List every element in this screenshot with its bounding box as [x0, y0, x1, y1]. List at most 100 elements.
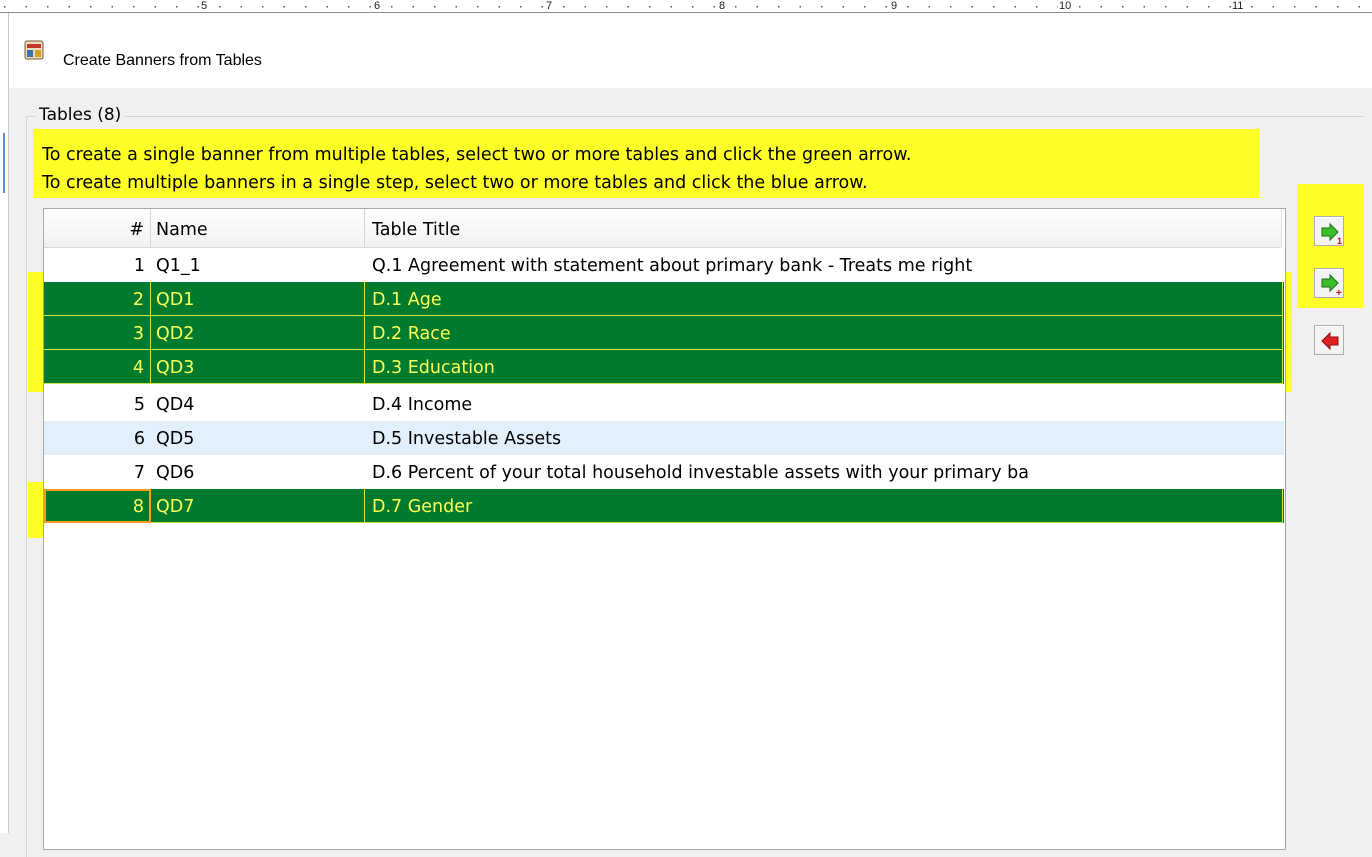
- ruler-tick: [1186, 6, 1188, 8]
- ruler-tick: [25, 6, 27, 8]
- svg-text:+: +: [1336, 288, 1342, 299]
- instruction-line-2: To create multiple banners in a single s…: [42, 173, 868, 193]
- window-title: Create Banners from Tables: [63, 52, 262, 69]
- ruler-tick: [1165, 6, 1167, 8]
- ruler-tick: [1208, 6, 1210, 8]
- table-row[interactable]: 1 Q1_1 Q.1 Agreement with statement abou…: [44, 248, 1284, 282]
- table-row[interactable]: 5 QD4 D.4 Income: [44, 387, 1284, 421]
- row-title: D.5 Investable Assets: [372, 429, 562, 449]
- row-name: QD4: [156, 395, 195, 415]
- ruler-tick: [219, 6, 221, 8]
- row-number: 7: [133, 463, 145, 483]
- ruler-tick: [455, 6, 457, 8]
- ruler-tick: [369, 6, 371, 8]
- left-margin-strip: [0, 13, 9, 833]
- ruler-tick: [692, 6, 694, 8]
- row-name: QD7: [151, 489, 365, 523]
- ruler-tick: [348, 6, 350, 8]
- ruler-tick: [993, 6, 995, 8]
- ruler-tick: [154, 6, 156, 8]
- ruler-tick: [1251, 6, 1253, 8]
- green-arrow-right-1-icon: 1: [1321, 222, 1342, 246]
- banner-app-icon: [24, 40, 44, 60]
- ruler-tick: [520, 6, 522, 8]
- table-row[interactable]: 3 QD2 D.2 Race: [44, 316, 1284, 350]
- ruler-tick: [713, 6, 715, 8]
- table-row[interactable]: 8 QD7 D.7 Gender: [44, 489, 1284, 523]
- table-row[interactable]: 4 QD3 D.3 Education: [44, 350, 1284, 384]
- row-number: 3: [44, 316, 151, 350]
- svg-text:1: 1: [1337, 236, 1342, 246]
- tables-grid[interactable]: # Name Table Title 1 Q1_1 Q.1 Agreement …: [43, 208, 1286, 850]
- ruler-tick: [262, 6, 264, 8]
- ruler-tick: [670, 6, 672, 8]
- row-title: D.7 Gender: [365, 489, 1283, 523]
- create-single-banner-button[interactable]: 1: [1314, 216, 1344, 246]
- row-name: QD6: [156, 463, 195, 483]
- ruler-tick: [928, 6, 930, 8]
- ruler-tick: [627, 6, 629, 8]
- table-row[interactable]: 7 QD6 D.6 Percent of your total househol…: [44, 455, 1284, 489]
- ruler-tick: [1014, 6, 1016, 8]
- ruler-tick: [1122, 6, 1124, 8]
- ruler-number: 11: [1231, 0, 1245, 12]
- right-edge: [1364, 88, 1372, 833]
- ruler-tick: [68, 6, 70, 8]
- remove-button[interactable]: [1314, 325, 1344, 355]
- ruler-tick: [283, 6, 285, 8]
- ruler-tick: [197, 6, 199, 8]
- ruler-tick: [885, 6, 887, 8]
- row-title: D.3 Education: [365, 350, 1283, 384]
- row-number: 1: [133, 256, 145, 276]
- create-multiple-banners-button[interactable]: +: [1314, 268, 1344, 299]
- ruler-tick: [4, 6, 6, 8]
- window-titlebar: [9, 13, 1372, 88]
- ruler-tick: [111, 6, 113, 8]
- ruler-tick: [950, 6, 952, 8]
- ruler-tick: [606, 6, 608, 8]
- red-arrow-left-icon: [1321, 331, 1339, 351]
- ruler-tick: [821, 6, 823, 8]
- ruler-tick: [842, 6, 844, 8]
- column-header-number[interactable]: #: [44, 209, 151, 247]
- ruler-tick: [541, 6, 543, 8]
- row-name: QD2: [151, 316, 365, 350]
- green-arrow-right-plus-icon: +: [1321, 273, 1342, 299]
- ruler-tick: [1272, 6, 1274, 8]
- table-row[interactable]: 2 QD1 D.1 Age: [44, 282, 1284, 316]
- ruler-tick: [1358, 6, 1360, 8]
- ruler-tick: [412, 6, 414, 8]
- ruler-tick: [584, 6, 586, 8]
- ruler-tick: [799, 6, 801, 8]
- row-title: D.4 Income: [372, 395, 473, 415]
- ruler: 5 6 7 8 9 10 11: [0, 0, 1372, 13]
- row-title: D.1 Age: [365, 282, 1283, 316]
- row-number: 6: [133, 429, 145, 449]
- ruler-tick: [778, 6, 780, 8]
- row-name: QD3: [151, 350, 365, 384]
- ruler-number: 9: [890, 0, 899, 12]
- margin-marker: [3, 133, 5, 193]
- ruler-tick: [47, 6, 49, 8]
- ruler-number: 8: [718, 0, 727, 12]
- ruler-tick: [391, 6, 393, 8]
- instruction-line-1: To create a single banner from multiple …: [42, 145, 912, 165]
- ruler-tick: [735, 6, 737, 8]
- ruler-tick: [133, 6, 135, 8]
- ruler-tick: [1337, 6, 1339, 8]
- ruler-number: 6: [373, 0, 382, 12]
- row-title: D.2 Race: [365, 316, 1283, 350]
- ruler-tick: [305, 6, 307, 8]
- ruler-number: 10: [1058, 0, 1073, 12]
- column-header-name[interactable]: Name: [151, 209, 365, 247]
- column-header-table-title[interactable]: Table Title: [365, 209, 1282, 247]
- table-row[interactable]: 6 QD5 D.5 Investable Assets: [44, 421, 1284, 455]
- ruler-tick: [907, 6, 909, 8]
- ruler-tick: [756, 6, 758, 8]
- ruler-tick: [1100, 6, 1102, 8]
- ruler-tick: [477, 6, 479, 8]
- row-name: QD5: [156, 429, 195, 449]
- ruler-tick: [649, 6, 651, 8]
- ruler-tick: [864, 6, 866, 8]
- ruler-tick: [563, 6, 565, 8]
